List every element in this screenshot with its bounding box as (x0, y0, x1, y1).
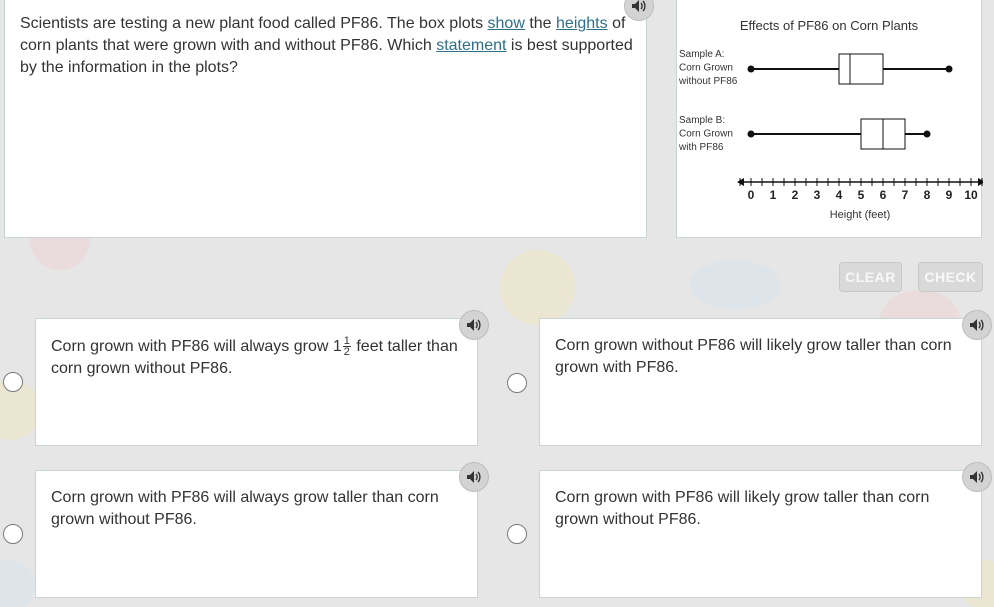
tick-label: 4 (836, 188, 843, 202)
answer-3-radio[interactable] (3, 524, 23, 544)
box-plot-chart: Effects of PF86 on Corn Plants Sample A:… (678, 18, 985, 221)
answer-4-radio[interactable] (507, 524, 527, 544)
glossary-link-heights[interactable]: heights (556, 15, 608, 32)
answer-1-radio[interactable] (3, 372, 23, 392)
min-point (747, 65, 755, 73)
sample-label-line: without PF86 (678, 76, 738, 87)
glossary-link-statement[interactable]: statement (436, 37, 506, 54)
answer-text: Corn grown without PF86 will likely grow… (555, 337, 952, 376)
glossary-link-show[interactable]: show (488, 15, 525, 32)
sample-label-line: Sample A: (679, 49, 725, 60)
tick-label: 0 (748, 188, 755, 202)
question-panel: Scientists are testing a new plant food … (4, 0, 647, 238)
question-text-part: Scientists are testing a new plant food … (20, 15, 488, 32)
tick-label: 2 (792, 188, 799, 202)
sample-label-line: with PF86 (678, 142, 724, 153)
answer-option-2[interactable]: Corn grown without PF86 will likely grow… (539, 318, 982, 446)
answer-4-audio-button[interactable] (962, 462, 992, 492)
speaker-icon (970, 471, 984, 483)
clear-button[interactable]: CLEAR (839, 262, 902, 292)
tick-label: 6 (880, 188, 887, 202)
mixed-fraction: 12 (342, 336, 351, 359)
speaker-icon (632, 0, 646, 12)
answer-text: Corn grown with PF86 will always grow 11… (51, 336, 466, 380)
speaker-icon (467, 471, 481, 483)
max-point (945, 65, 953, 73)
x-axis-label: Height (feet) (830, 209, 891, 221)
box-plot-sample-2: Sample B: Corn Grown with PF86 (678, 115, 931, 153)
box-plot-sample-1: Sample A: Corn Grown without PF86 (678, 49, 953, 87)
answer-text: Corn grown with PF86 will always grow ta… (51, 489, 439, 528)
answer-option-4[interactable]: Corn grown with PF86 will likely grow ta… (539, 470, 982, 598)
sample-label-line: Sample B: (679, 115, 725, 126)
tick-label: 7 (902, 188, 909, 202)
box-iqr (838, 53, 884, 85)
answer-option-1[interactable]: Corn grown with PF86 will always grow 11… (35, 318, 478, 446)
min-point (747, 130, 755, 138)
answer-2-radio[interactable] (507, 373, 527, 393)
chart-panel: Effects of PF86 on Corn Plants Sample A:… (676, 0, 985, 238)
tick-label: 1 (770, 188, 777, 202)
chart-title: Effects of PF86 on Corn Plants (740, 18, 919, 33)
answer-2-audio-button[interactable] (962, 310, 992, 340)
tick-label: 9 (946, 188, 953, 202)
question-text-part: the (524, 15, 557, 32)
answer-option-3[interactable]: Corn grown with PF86 will always grow ta… (35, 470, 478, 598)
tick-label: 8 (924, 188, 931, 202)
speaker-icon (467, 319, 481, 331)
answer-1-audio-button[interactable] (459, 310, 489, 340)
tick-label: 5 (858, 188, 865, 202)
answer-text: Corn grown with PF86 will likely grow ta… (555, 489, 930, 528)
max-point (923, 130, 931, 138)
tick-label: 3 (814, 188, 821, 202)
fraction-denominator: 2 (343, 346, 350, 359)
answer-3-audio-button[interactable] (459, 462, 489, 492)
answer-text-part: Corn grown with PF86 will always grow 1 (51, 338, 342, 355)
question-text: Scientists are testing a new plant food … (20, 13, 640, 79)
speaker-icon (970, 319, 984, 331)
sample-label-line: Corn Grown (679, 129, 733, 140)
tick-label: 10 (964, 188, 978, 202)
sample-label-line: Corn Grown (679, 63, 733, 74)
check-button[interactable]: CHECK (918, 262, 983, 292)
